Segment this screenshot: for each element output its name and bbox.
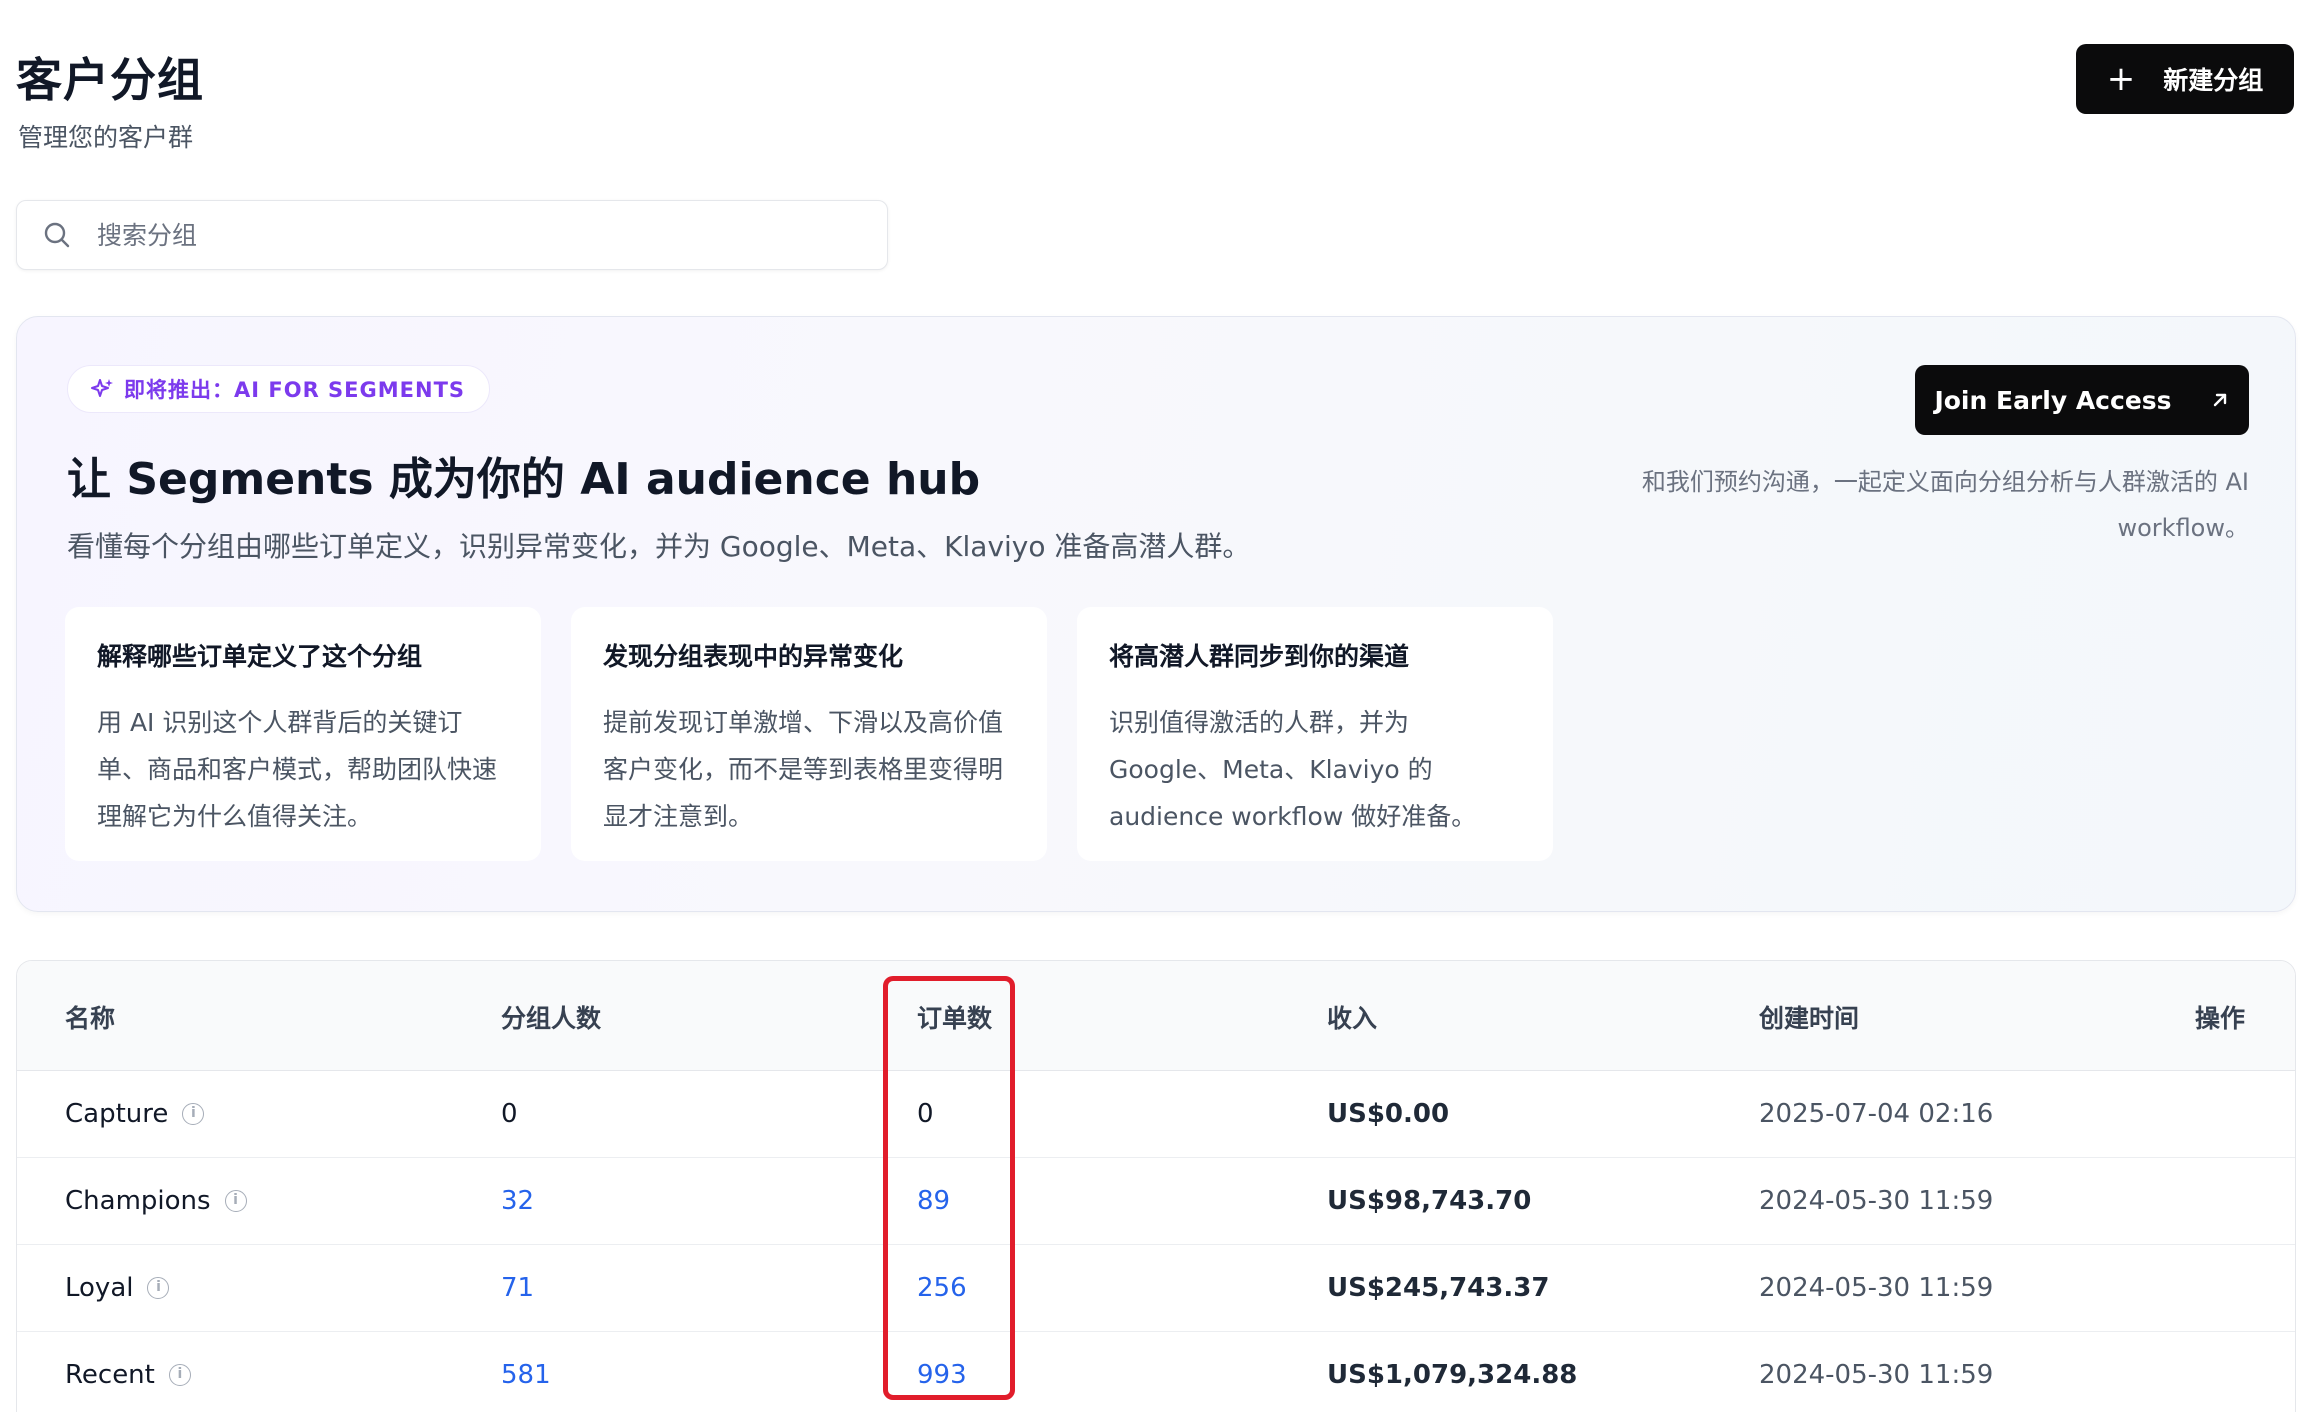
table-row[interactable]: Loyal i 71 256 US$245,743.37 2024-05-30 …: [17, 1245, 2295, 1332]
page-title: 客户分组: [16, 53, 204, 107]
feature-card-title: 解释哪些订单定义了这个分组: [97, 642, 423, 671]
feature-card-explain: 解释哪些订单定义了这个分组 用 AI 识别这个人群背后的关键订单、商品和客户模式…: [65, 607, 541, 861]
segment-name[interactable]: Champions: [65, 1186, 211, 1216]
revenue: US$98,743.70: [1327, 1186, 1532, 1216]
info-icon[interactable]: i: [168, 1364, 191, 1386]
info-icon[interactable]: i: [182, 1103, 205, 1125]
column-header-orders[interactable]: 订单数: [917, 999, 992, 1035]
table-row[interactable]: Capture i 0 0 US$0.00 2025-07-04 02:16: [17, 1071, 2295, 1158]
plus-icon: +: [2106, 59, 2136, 99]
search-input[interactable]: [97, 220, 857, 250]
table-row[interactable]: Recent i 581 993 US$1,079,324.88 2024-05…: [17, 1332, 2295, 1412]
feature-card-text: 提前发现订单激增、下滑以及高价值客户变化，而不是等到表格里变得明显才注意到。: [603, 708, 1004, 831]
revenue: US$245,743.37: [1327, 1273, 1550, 1303]
search-icon: [44, 222, 70, 248]
sparkle-icon: [91, 379, 113, 397]
page-subtitle: 管理您的客户群: [18, 123, 194, 152]
segments-table: 名称 分组人数 订单数 收入 创建时间 操作 Capture i 0 0 US$…: [16, 960, 2296, 1412]
column-header-members[interactable]: 分组人数: [501, 999, 601, 1035]
order-count-link[interactable]: 993: [917, 1360, 967, 1390]
feature-card-title: 发现分组表现中的异常变化: [603, 642, 904, 671]
join-note: 和我们预约沟通，一起定义面向分组分析与人群激活的 AI workflow。: [1641, 468, 2249, 542]
info-icon[interactable]: i: [224, 1190, 247, 1212]
segment-name-cell[interactable]: Champions i: [65, 1186, 247, 1216]
table-row[interactable]: Champions i 32 89 US$98,743.70 2024-05-3…: [17, 1158, 2295, 1245]
column-header-name[interactable]: 名称: [65, 999, 115, 1035]
order-count: 0: [917, 1099, 934, 1129]
segment-name[interactable]: Capture: [65, 1099, 168, 1129]
column-header-actions: 操作: [2195, 1004, 2246, 1033]
segment-name[interactable]: Loyal: [65, 1273, 133, 1303]
created-time: 2024-05-30 11:59: [1759, 1360, 1994, 1390]
order-count-link[interactable]: 256: [917, 1273, 967, 1303]
join-early-access-button[interactable]: Join Early Access: [1915, 365, 2249, 435]
feature-card-anomaly: 发现分组表现中的异常变化 提前发现订单激增、下滑以及高价值客户变化，而不是等到表…: [571, 607, 1047, 861]
feature-card-sync: 将高潜人群同步到你的渠道 识别值得激活的人群，并为 Google、Meta、Kl…: [1077, 607, 1553, 861]
promo-description: 看懂每个分组由哪些订单定义，识别异常变化，并为 Google、Meta、Klav…: [67, 530, 1251, 563]
feature-card-text: 用 AI 识别这个人群背后的关键订单、商品和客户模式，帮助团队快速理解它为什么值…: [97, 708, 498, 831]
promo-title: 让 Segments 成为你的 AI audience hub: [67, 454, 981, 505]
new-segment-button[interactable]: + 新建分组: [2076, 44, 2294, 114]
coming-soon-badge-label: 即将推出：AI FOR SEGMENTS: [124, 378, 466, 402]
arrow-up-right-icon: [2213, 393, 2226, 407]
member-count: 0: [501, 1099, 518, 1129]
feature-card-title: 将高潜人群同步到你的渠道: [1109, 642, 1410, 671]
created-time: 2025-07-04 02:16: [1759, 1099, 1994, 1129]
created-time: 2024-05-30 11:59: [1759, 1273, 1994, 1303]
revenue: US$1,079,324.88: [1327, 1360, 1578, 1390]
segment-name-cell[interactable]: Capture i: [65, 1099, 205, 1129]
member-count-link[interactable]: 581: [501, 1360, 551, 1390]
member-count-link[interactable]: 71: [501, 1273, 534, 1303]
coming-soon-badge: 即将推出：AI FOR SEGMENTS: [67, 365, 491, 413]
member-count-link[interactable]: 32: [501, 1186, 534, 1216]
search-box[interactable]: [16, 200, 888, 270]
column-header-revenue[interactable]: 收入: [1327, 999, 1377, 1035]
feature-card-text: 识别值得激活的人群，并为 Google、Meta、Klaviyo 的 audie…: [1109, 708, 1477, 831]
info-icon[interactable]: i: [147, 1277, 170, 1299]
new-segment-button-label: 新建分组: [2163, 66, 2264, 95]
revenue: US$0.00: [1327, 1099, 1450, 1129]
column-header-created[interactable]: 创建时间: [1759, 999, 1859, 1035]
created-time: 2024-05-30 11:59: [1759, 1186, 1994, 1216]
table-header: 名称 分组人数 订单数 收入 创建时间 操作: [17, 961, 2295, 1071]
segment-name-cell[interactable]: Loyal i: [65, 1273, 170, 1303]
join-early-access-label: Join Early Access: [1934, 385, 2172, 415]
segment-name[interactable]: Recent: [65, 1360, 155, 1390]
segment-name-cell[interactable]: Recent i: [65, 1360, 191, 1390]
ai-promo-banner: 即将推出：AI FOR SEGMENTS 让 Segments 成为你的 AI …: [16, 316, 2296, 912]
order-count-link[interactable]: 89: [917, 1186, 950, 1216]
